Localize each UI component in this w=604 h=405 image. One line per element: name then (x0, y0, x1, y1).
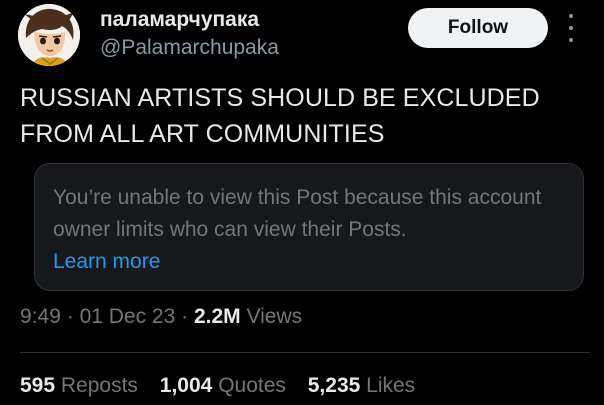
likes-label: Likes (366, 374, 416, 397)
learn-more-link[interactable]: Learn more (53, 246, 160, 278)
post-stats: 595 Reposts 1,004 Quotes 5,235 Likes (20, 374, 431, 398)
avatar-image (18, 4, 80, 66)
post-header: паламарчупака @Palamarchupaka Follow (18, 4, 588, 68)
meta-separator: · (66, 305, 74, 328)
unavailable-message: You’re unable to view this Post because … (53, 186, 542, 241)
more-vertical-icon[interactable] (566, 14, 576, 42)
post-time[interactable]: 9:49 (20, 305, 61, 328)
follow-button[interactable]: Follow (408, 8, 548, 48)
views-label: Views (246, 305, 303, 328)
divider (20, 352, 590, 353)
more-dot (569, 26, 573, 30)
author-handle[interactable]: @Palamarchupaka (100, 33, 279, 63)
more-dot (569, 38, 573, 42)
author-names: паламарчупака @Palamarchupaka (100, 7, 279, 63)
reposts-count: 595 (20, 374, 56, 397)
reposts-stat[interactable]: 595 Reposts (20, 374, 138, 398)
quotes-stat[interactable]: 1,004 Quotes (160, 374, 286, 398)
quotes-count: 1,004 (159, 374, 213, 397)
quotes-label: Quotes (218, 374, 286, 397)
reposts-label: Reposts (60, 374, 138, 397)
likes-stat[interactable]: 5,235 Likes (308, 374, 415, 398)
unavailable-quote-card: You’re unable to view this Post because … (34, 163, 584, 291)
post-text: RUSSIAN ARTISTS SHOULD BE EXCLUDED FROM … (20, 84, 540, 148)
post-metadata: 9:49 · 01 Dec 23 · 2.2M Views (20, 305, 302, 329)
author-display-name[interactable]: паламарчупака (100, 7, 279, 33)
meta-separator: · (181, 305, 189, 328)
post-date[interactable]: 01 Dec 23 (80, 305, 176, 328)
more-dot (569, 14, 573, 18)
avatar[interactable] (18, 4, 80, 66)
likes-count: 5,235 (307, 374, 361, 397)
views-count: 2.2M (193, 305, 241, 328)
